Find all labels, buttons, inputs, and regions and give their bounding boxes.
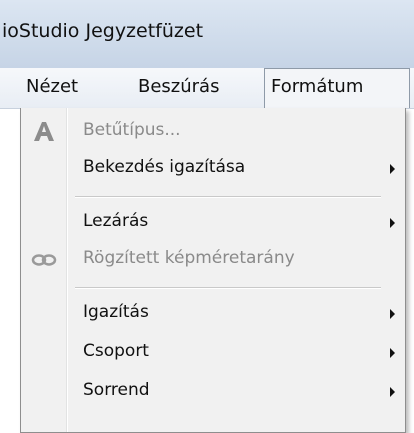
menu-insert[interactable]: Beszúrás (138, 76, 219, 97)
menu-format[interactable]: Formátum (264, 68, 410, 108)
menu-item-group[interactable]: Csoport (21, 335, 405, 371)
menu-separator (75, 196, 381, 198)
submenu-arrow-icon (390, 309, 395, 319)
font-icon (31, 119, 57, 145)
menu-item-fixed-aspect-ratio-label: Rögzített képméretarány (83, 248, 295, 268)
window-titlebar: ioStudio Jegyzetfüzet (0, 0, 414, 69)
submenu-arrow-icon (390, 387, 395, 397)
menu-bar: Nézet Beszúrás Formátum (0, 68, 414, 109)
menu-item-font-label: Betűtípus... (83, 120, 181, 140)
menu-item-lock-label: Lezárás (83, 211, 149, 231)
menu-item-fixed-aspect-ratio[interactable]: Rögzített képméretarány (21, 242, 405, 278)
format-dropdown-menu: Betűtípus... Bekezdés igazítása Lezárás … (20, 108, 406, 433)
submenu-arrow-icon (390, 348, 395, 358)
menu-item-group-label: Csoport (83, 341, 149, 361)
menu-item-align-label: Igazítás (83, 302, 149, 322)
menu-item-align[interactable]: Igazítás (21, 296, 405, 332)
menu-item-order[interactable]: Sorrend (21, 374, 405, 410)
menu-item-order-label: Sorrend (83, 380, 150, 400)
link-icon (31, 247, 57, 273)
submenu-arrow-icon (390, 218, 395, 228)
menu-item-lock[interactable]: Lezárás (21, 205, 405, 241)
menu-separator (75, 287, 381, 289)
window-title: ioStudio Jegyzetfüzet (2, 20, 204, 42)
submenu-arrow-icon (390, 164, 395, 174)
menu-item-paragraph-align-label: Bekezdés igazítása (83, 157, 246, 177)
menu-item-paragraph-align[interactable]: Bekezdés igazítása (21, 151, 405, 187)
menu-item-font[interactable]: Betűtípus... (21, 114, 405, 150)
menu-view[interactable]: Nézet (26, 76, 78, 97)
